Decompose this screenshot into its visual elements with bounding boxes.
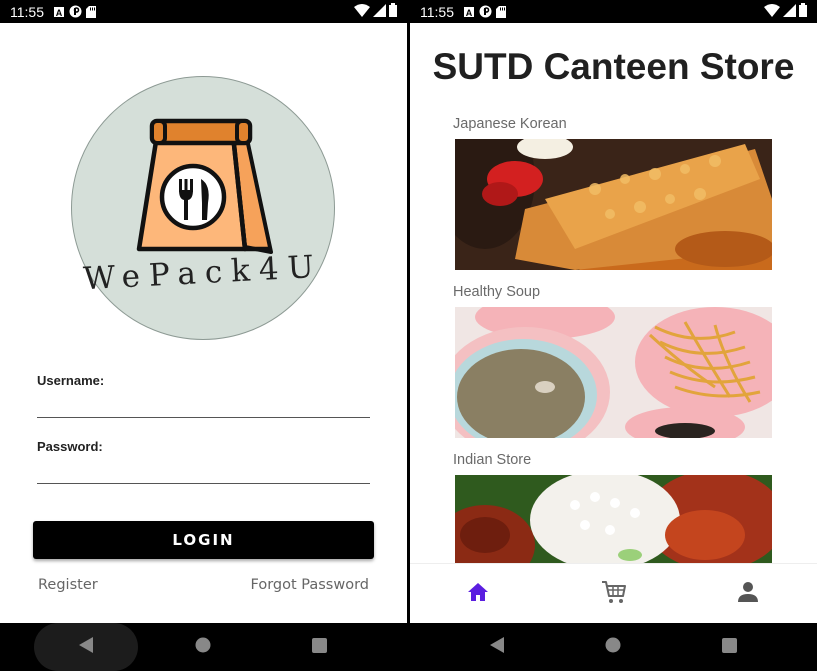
bottom-navigation [410, 563, 817, 623]
home-button[interactable] [188, 623, 218, 671]
battery-icon [389, 3, 397, 20]
wifi-icon [354, 3, 370, 20]
store-card-japanese-korean[interactable] [455, 139, 772, 270]
store-card-indian-store[interactable] [455, 475, 772, 563]
nasi-lemak-photo [455, 475, 772, 563]
login-screen: 11:55 A WePack4U Username: Password: LOG… [0, 0, 407, 671]
shopping-cart-icon [601, 580, 627, 608]
store-label: Indian Store [453, 452, 532, 468]
person-icon [737, 581, 759, 607]
logo-wordmark: WePack4U [82, 248, 324, 298]
username-input[interactable] [37, 396, 370, 418]
status-bar: 11:55 A [410, 0, 817, 23]
login-button[interactable]: LOGIN [33, 521, 374, 559]
notification-a-icon: A [53, 6, 65, 18]
svg-text:A: A [466, 8, 473, 18]
signal-icon [373, 3, 386, 20]
sd-card-icon [496, 5, 506, 18]
app-logo: WePack4U [71, 76, 335, 340]
back-button[interactable] [34, 623, 138, 671]
forgot-password-link[interactable]: Forgot Password [251, 577, 370, 593]
recents-square-icon [311, 637, 327, 657]
soup-noodles-photo [455, 307, 772, 438]
password-label: Password: [37, 439, 103, 454]
username-label: Username: [37, 373, 105, 388]
notification-a-icon: A [463, 6, 475, 18]
status-time: 11:55 [10, 3, 44, 20]
register-link[interactable]: Register [38, 577, 98, 593]
back-triangle-icon [490, 637, 504, 657]
status-bar: 11:55 A [0, 0, 407, 23]
wifi-icon [764, 3, 780, 20]
battery-icon [799, 3, 807, 20]
svg-text:A: A [56, 8, 63, 18]
system-navigation-bar [0, 623, 407, 671]
back-triangle-icon [79, 637, 93, 657]
katsu-curry-photo [455, 139, 772, 270]
back-button[interactable] [482, 623, 512, 671]
notification-p-icon [479, 5, 492, 18]
notification-p-icon [69, 5, 82, 18]
recents-button[interactable] [304, 623, 334, 671]
system-navigation-bar [410, 623, 817, 671]
home-circle-icon [195, 637, 211, 657]
food-bag-icon [136, 118, 273, 254]
signal-icon [783, 3, 796, 20]
store-list-screen: 11:55 A SUTD Canteen Store Japanese Kore… [410, 0, 817, 671]
nav-home[interactable] [448, 564, 508, 624]
status-time: 11:55 [420, 3, 454, 20]
page-title: SUTD Canteen Store [432, 46, 795, 87]
password-input[interactable] [37, 462, 370, 484]
sd-card-icon [86, 5, 96, 18]
recents-button[interactable] [714, 623, 744, 671]
store-label: Japanese Korean [453, 116, 567, 132]
nav-cart[interactable] [584, 564, 644, 624]
recents-square-icon [721, 637, 737, 657]
home-button[interactable] [598, 623, 628, 671]
nav-profile[interactable] [718, 564, 778, 624]
home-circle-icon [605, 637, 621, 657]
store-label: Healthy Soup [453, 284, 541, 300]
store-card-healthy-soup[interactable] [455, 307, 772, 438]
home-icon [467, 582, 489, 606]
